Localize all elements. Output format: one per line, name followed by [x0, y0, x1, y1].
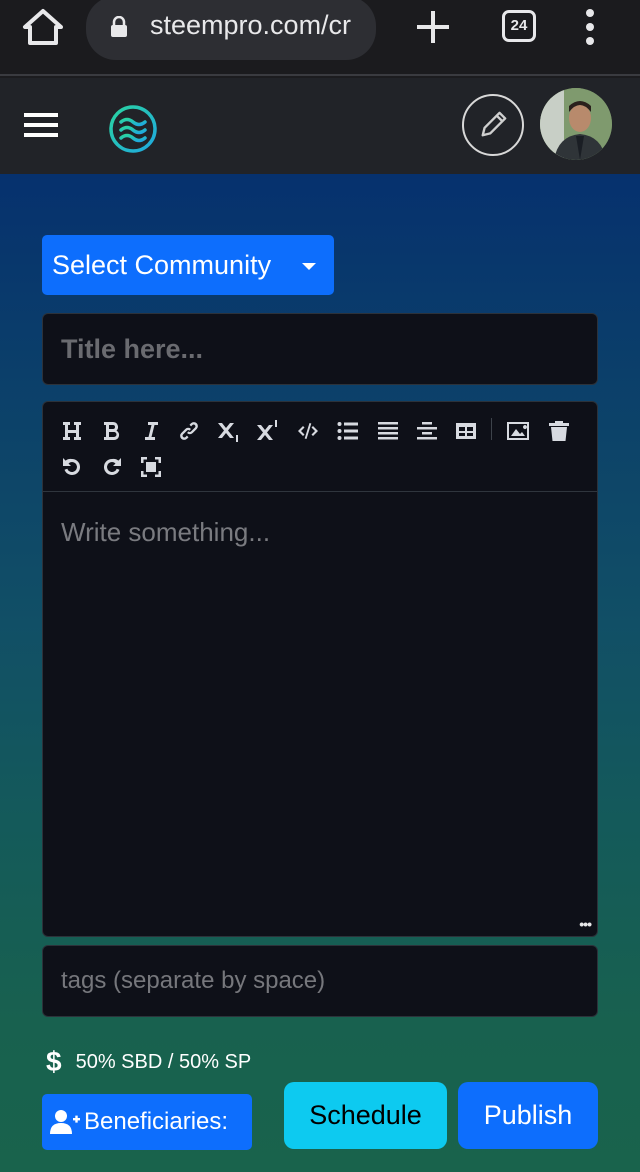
redo-icon[interactable]: [97, 452, 127, 482]
resize-handle[interactable]: •••: [579, 916, 592, 932]
payout-text: 50% SBD / 50% SP: [75, 1050, 252, 1073]
hamburger-icon: [24, 113, 58, 137]
publish-button[interactable]: Publish: [458, 1082, 598, 1149]
fullscreen-icon[interactable]: [136, 452, 166, 482]
subscript-icon[interactable]: [213, 416, 243, 446]
plus-icon: [417, 11, 449, 43]
superscript-icon[interactable]: [252, 416, 282, 446]
new-tab-button[interactable]: [414, 8, 452, 46]
more-vertical-icon: [586, 9, 594, 45]
bold-icon[interactable]: [97, 416, 127, 446]
heading-icon[interactable]: [57, 416, 87, 446]
caret-down-icon: [302, 263, 316, 270]
post-editor-page: Select Community Title here... Write som…: [0, 174, 640, 1172]
table-icon[interactable]: [451, 416, 481, 446]
tags-input[interactable]: [42, 945, 598, 1017]
site-header: [0, 78, 640, 174]
schedule-button[interactable]: Schedule: [284, 1082, 447, 1149]
steempro-logo[interactable]: [108, 104, 158, 154]
home-icon: [23, 9, 63, 45]
home-button[interactable]: [22, 8, 64, 46]
align-center-icon[interactable]: [412, 416, 442, 446]
link-icon[interactable]: [174, 416, 204, 446]
italic-icon[interactable]: [136, 416, 166, 446]
select-community-dropdown[interactable]: Select Community: [42, 235, 334, 295]
logo-icon: [109, 105, 157, 153]
address-bar[interactable]: steempro.com/cr: [86, 0, 376, 60]
lock-icon: [111, 16, 127, 37]
post-body-textarea[interactable]: Write something...: [43, 493, 597, 933]
dollar-icon: $: [46, 1046, 62, 1077]
undo-icon[interactable]: [57, 452, 87, 482]
user-avatar[interactable]: [540, 88, 612, 160]
beneficiaries-label: Beneficiaries:: [84, 1108, 229, 1135]
community-label: Select Community: [52, 250, 272, 280]
avatar-image: [540, 88, 612, 160]
title-input[interactable]: [42, 313, 598, 385]
payout-option[interactable]: $ 50% SBD / 50% SP: [46, 1046, 251, 1078]
tab-switcher-button[interactable]: 24: [502, 10, 536, 42]
pencil-icon: [481, 111, 507, 137]
url-text: steempro.com/cr: [150, 10, 352, 40]
user-plus-icon: [50, 1110, 80, 1134]
beneficiaries-button[interactable]: Beneficiaries:: [42, 1094, 252, 1150]
image-icon[interactable]: [503, 416, 533, 446]
editor-toolbar: [43, 402, 597, 492]
unordered-list-icon[interactable]: [333, 416, 363, 446]
code-icon[interactable]: [293, 416, 323, 446]
browser-toolbar: steempro.com/cr 24: [0, 0, 640, 76]
browser-menu-button[interactable]: [580, 8, 600, 46]
hamburger-menu-button[interactable]: [24, 110, 60, 140]
toolbar-separator: [491, 418, 492, 440]
trash-icon[interactable]: [544, 416, 574, 446]
write-post-button[interactable]: [462, 94, 524, 156]
markdown-editor: Write something... •••: [42, 401, 598, 937]
justify-icon[interactable]: [373, 416, 403, 446]
